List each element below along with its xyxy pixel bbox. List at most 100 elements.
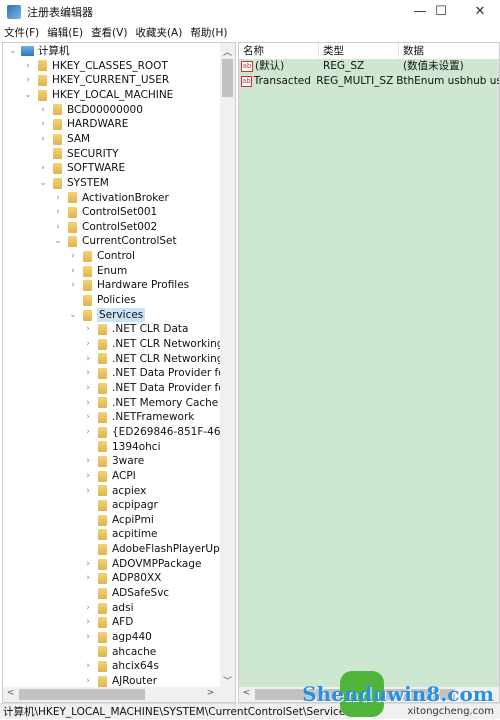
tree-node[interactable]: › HKEY_CLASSES_ROOT	[22, 59, 168, 74]
tree-node[interactable]: › Enum	[67, 264, 127, 279]
tree-node[interactable]: › BCD00000000	[37, 103, 143, 118]
tree-node[interactable]: › Hardware Profiles	[67, 278, 189, 293]
collapse-chevron-right-icon[interactable]: ›	[82, 601, 94, 616]
collapse-chevron-right-icon[interactable]: ›	[22, 59, 34, 74]
tree-node[interactable]: › .NET CLR Networking ·	[82, 352, 230, 367]
collapse-chevron-right-icon[interactable]: ›	[82, 557, 94, 572]
tree-node[interactable]: Policies	[67, 293, 136, 308]
tree-node[interactable]: AdobeFlashPlayerUpd	[82, 542, 226, 557]
tree-node[interactable]: › agp440	[82, 630, 152, 645]
column-name[interactable]: 名称	[239, 43, 319, 59]
collapse-chevron-right-icon[interactable]: ›	[82, 396, 94, 411]
tree-node[interactable]: › ControlSet002	[52, 220, 157, 235]
menu-view[interactable]: 查看(V)	[87, 25, 131, 41]
collapse-chevron-right-icon[interactable]: ›	[82, 366, 94, 381]
tree-node-label: ControlSet001	[82, 206, 158, 219]
collapse-chevron-right-icon[interactable]: ›	[37, 132, 49, 147]
tree-vertical-scrollbar[interactable]: ︿ ﹀	[220, 43, 235, 689]
collapse-chevron-right-icon[interactable]: ›	[82, 337, 94, 352]
collapse-chevron-right-icon[interactable]: ›	[37, 161, 49, 176]
collapse-chevron-right-icon[interactable]: ›	[82, 410, 94, 425]
tree-node[interactable]: › HKEY_CURRENT_USER	[22, 73, 169, 88]
scroll-up-icon[interactable]: ︿	[220, 45, 235, 58]
menu-help[interactable]: 帮助(H)	[186, 25, 231, 41]
collapse-chevron-right-icon[interactable]: ›	[82, 615, 94, 630]
tree-node[interactable]: ⌄ Services	[67, 307, 146, 323]
expand-chevron-down-icon[interactable]: ⌄	[7, 44, 19, 59]
collapse-chevron-right-icon[interactable]: ›	[82, 659, 94, 674]
collapse-chevron-right-icon[interactable]: ›	[22, 73, 34, 88]
collapse-chevron-right-icon[interactable]: ›	[37, 103, 49, 118]
collapse-chevron-right-icon[interactable]: ›	[52, 205, 64, 220]
tree-node[interactable]: › ACPI	[82, 469, 136, 484]
tree-node[interactable]: SECURITY	[37, 147, 119, 162]
tree-node[interactable]: › .NET CLR Data	[82, 322, 188, 337]
tree-node[interactable]: › acpiex	[82, 484, 146, 499]
collapse-chevron-right-icon[interactable]: ›	[82, 381, 94, 396]
tree-node[interactable]: › HARDWARE	[37, 117, 128, 132]
tree-node[interactable]: ⌄ CurrentControlSet	[52, 234, 176, 249]
tree-node[interactable]: › ahcix64s	[82, 659, 159, 674]
scroll-left-icon[interactable]: <	[3, 688, 18, 698]
collapse-chevron-right-icon[interactable]: ›	[67, 249, 79, 264]
collapse-chevron-right-icon[interactable]: ›	[52, 220, 64, 235]
tree-node[interactable]: › Control	[67, 249, 135, 264]
collapse-chevron-right-icon[interactable]: ›	[82, 484, 94, 499]
tree-node[interactable]: › ActivationBroker	[52, 191, 169, 206]
collapse-chevron-right-icon[interactable]: ›	[52, 191, 64, 206]
tree-node[interactable]: › ADP80XX	[82, 571, 161, 586]
tree-node[interactable]: acpipagr	[82, 498, 158, 513]
tree-node[interactable]: › .NET CLR Networking	[82, 337, 223, 352]
collapse-chevron-right-icon[interactable]: ›	[67, 278, 79, 293]
tree-node[interactable]: ahcache	[82, 645, 156, 660]
scroll-left-icon[interactable]: <	[239, 688, 254, 698]
tree-node[interactable]: › .NET Memory Cache 4	[82, 396, 228, 411]
maximize-button[interactable]: ☐	[421, 0, 461, 24]
menu-favorites[interactable]: 收藏夹(A)	[131, 25, 186, 41]
tree-node[interactable]: › 3ware	[82, 454, 144, 469]
tree-hscroll-thumb[interactable]	[19, 689, 145, 700]
value-row[interactable]: abTransacted... REG_MULTI_SZ BthEnum usb…	[239, 74, 499, 89]
tree-node[interactable]: › ADOVMPPackage	[82, 557, 201, 572]
tree-node[interactable]: › SOFTWARE	[37, 161, 125, 176]
expand-chevron-down-icon[interactable]: ⌄	[37, 176, 49, 191]
tree-node[interactable]: ⌄ SYSTEM	[37, 176, 109, 191]
tree-node[interactable]: › SAM	[37, 132, 90, 147]
tree-node[interactable]: › {ED269846-851F-462b	[82, 425, 234, 440]
collapse-chevron-right-icon[interactable]: ›	[82, 454, 94, 469]
tree-node[interactable]: › ControlSet001	[52, 205, 157, 220]
collapse-chevron-right-icon[interactable]: ›	[82, 322, 94, 337]
scroll-down-icon[interactable]: ﹀	[220, 674, 235, 687]
tree-node[interactable]: › .NET Data Provider for	[82, 381, 229, 396]
collapse-chevron-right-icon[interactable]: ›	[82, 425, 94, 440]
tree-node[interactable]: ADSafeSvc	[82, 586, 169, 601]
column-type[interactable]: 类型	[319, 43, 399, 59]
tree-node[interactable]: › adsi	[82, 601, 133, 616]
expand-chevron-down-icon[interactable]: ⌄	[67, 308, 79, 323]
collapse-chevron-right-icon[interactable]: ›	[67, 264, 79, 279]
tree-vscroll-thumb[interactable]	[222, 59, 233, 97]
folder-icon	[68, 221, 77, 233]
collapse-chevron-right-icon[interactable]: ›	[82, 469, 94, 484]
tree-node[interactable]: acpitime	[82, 527, 158, 542]
tree-node[interactable]: AcpiPmi	[82, 513, 154, 528]
scroll-right-icon[interactable]: >	[203, 688, 218, 698]
collapse-chevron-right-icon[interactable]: ›	[82, 352, 94, 367]
collapse-chevron-right-icon[interactable]: ›	[82, 571, 94, 586]
tree-node[interactable]: 1394ohci	[82, 440, 161, 455]
tree-node[interactable]: ⌄ 计算机	[7, 44, 69, 59]
menu-file[interactable]: 文件(F)	[0, 25, 43, 41]
column-data[interactable]: 数据	[399, 43, 499, 59]
close-button[interactable]: ✕	[460, 0, 500, 24]
expand-chevron-down-icon[interactable]: ⌄	[22, 88, 34, 103]
collapse-chevron-right-icon[interactable]: ›	[37, 117, 49, 132]
tree-horizontal-scrollbar[interactable]: < >	[3, 687, 235, 702]
tree-node[interactable]: ⌄ HKEY_LOCAL_MACHINE	[22, 88, 173, 103]
tree-node[interactable]: › AFD	[82, 615, 133, 630]
menu-edit[interactable]: 编辑(E)	[43, 25, 87, 41]
collapse-chevron-right-icon[interactable]: ›	[82, 630, 94, 645]
value-row[interactable]: ab (默认) REG_SZ (数值未设置)	[239, 59, 499, 74]
tree-node[interactable]: › .NET Data Provider for	[82, 366, 229, 381]
expand-chevron-down-icon[interactable]: ⌄	[52, 234, 64, 249]
tree-node[interactable]: › .NETFramework	[82, 410, 194, 425]
